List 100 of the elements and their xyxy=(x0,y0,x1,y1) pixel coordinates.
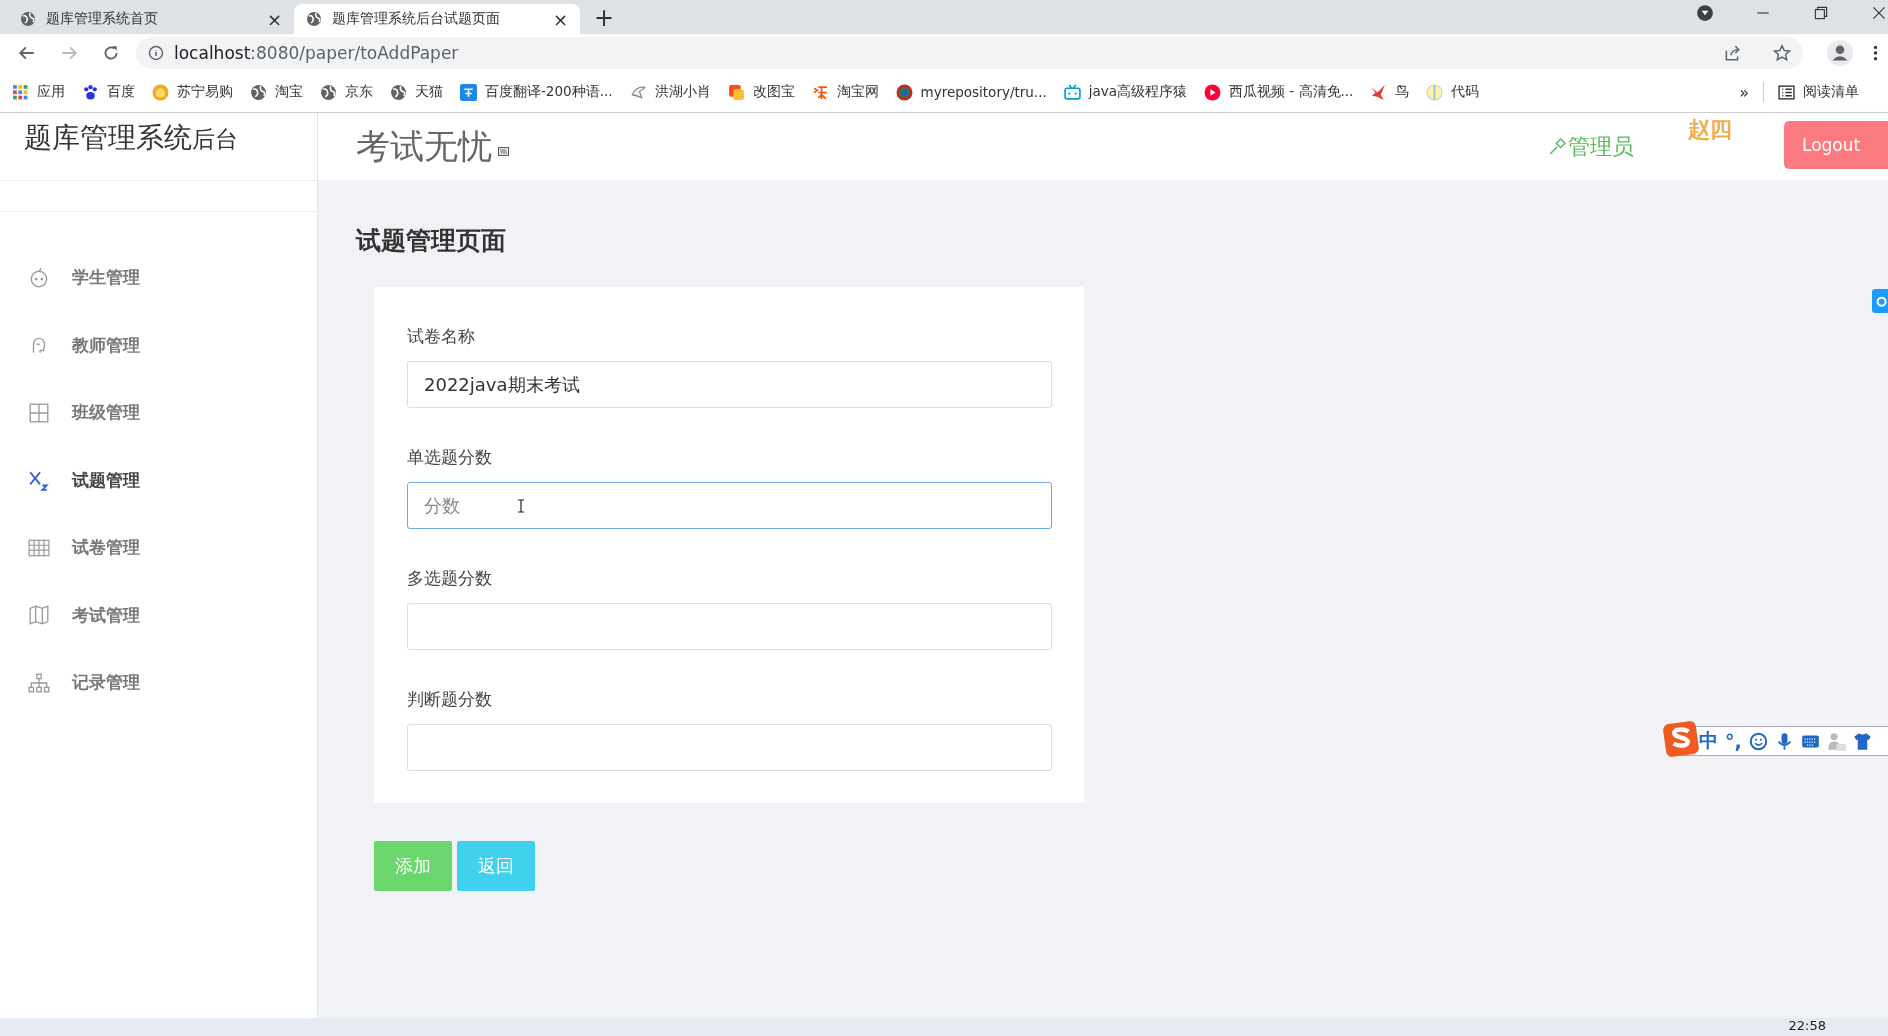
bookmark-label: 百度翻译-200种语... xyxy=(485,83,613,101)
address-bar[interactable]: localhost:8080/paper/toAddPaper xyxy=(136,37,1803,69)
bookmark-item[interactable]: myrepository/tru... xyxy=(895,83,1047,101)
share-icon[interactable] xyxy=(1723,44,1741,62)
brand-suffix: 后台 xyxy=(192,126,238,154)
back-icon[interactable] xyxy=(18,44,36,62)
user-name: 赵四 xyxy=(1688,116,1732,144)
ime-mode[interactable]: 中 xyxy=(1699,728,1718,754)
bird-icon xyxy=(1370,83,1388,101)
apps-grid-icon xyxy=(12,83,29,101)
bookmark-item[interactable]: 改图宝 xyxy=(727,83,795,101)
map-icon xyxy=(28,604,50,627)
bookmark-item[interactable]: 天猫 xyxy=(390,83,443,101)
restore-icon[interactable] xyxy=(1812,4,1830,22)
ball-icon xyxy=(1426,83,1444,101)
globe-icon xyxy=(390,83,407,101)
bookmark-label: 改图宝 xyxy=(752,83,795,101)
face-icon xyxy=(28,266,50,289)
punctuation-mode[interactable]: °, xyxy=(1725,730,1742,752)
list-icon xyxy=(1778,83,1795,101)
sidebar-item[interactable]: 教师管理 xyxy=(0,311,317,379)
bookmark-item[interactable]: 淘宝网 xyxy=(811,83,879,101)
input-field[interactable]: 2022java期末考试 xyxy=(407,361,1052,408)
profile-dropdown-icon[interactable] xyxy=(1696,4,1714,22)
bookmark-label: 百度 xyxy=(107,83,135,101)
bookmark-item[interactable]: java高级程序猿 xyxy=(1063,83,1188,101)
sidebar-item[interactable]: 学生管理 xyxy=(0,244,317,312)
input-field[interactable]: 分数 xyxy=(407,482,1052,529)
grid-icon xyxy=(28,401,50,424)
bookmark-label: 京东 xyxy=(345,83,373,101)
bookmark-item[interactable]: 鸟 xyxy=(1370,83,1410,101)
logo-text: 考试无忧 xyxy=(356,124,492,168)
bookmark-item[interactable]: 淘宝 xyxy=(250,83,303,101)
sidebar-item[interactable]: 记录管理 xyxy=(0,649,317,717)
bookmark-item[interactable]: 百度翻译-200种语... xyxy=(460,83,613,101)
reload-icon[interactable] xyxy=(102,44,120,62)
bookmark-label: 应用 xyxy=(37,83,65,101)
bookmark-item[interactable]: 洪湖小肖 xyxy=(629,83,711,101)
bookmark-item[interactable]: 应用 xyxy=(12,83,65,101)
field-label: 单选题分数 xyxy=(407,446,493,469)
ime-logo-icon[interactable] xyxy=(1663,721,1699,757)
lion-icon xyxy=(152,83,169,101)
subscript-icon xyxy=(28,469,50,492)
bookmark-label: 鸟 xyxy=(1395,83,1410,101)
globe-icon xyxy=(250,83,267,101)
sitemap-icon xyxy=(28,671,50,694)
bookmark-label: 天猫 xyxy=(415,83,443,101)
smiley-icon[interactable] xyxy=(1748,731,1768,751)
close-icon[interactable]: × xyxy=(266,8,282,30)
bookmark-label: 代码 xyxy=(1451,83,1480,101)
bookmark-label: 西瓜视频 - 高清免... xyxy=(1229,83,1354,101)
more-bookmarks-button[interactable]: » xyxy=(1739,82,1749,102)
brand-title: 题库管理系统 xyxy=(24,120,192,156)
globe-icon xyxy=(20,11,36,27)
bookmark-label: 苏宁易购 xyxy=(177,83,233,101)
tab-title: 题库管理系统首页 xyxy=(46,10,159,28)
translate-icon xyxy=(460,83,477,101)
close-icon[interactable] xyxy=(1870,4,1888,22)
tab-title: 题库管理系统后台试题页面 xyxy=(332,10,501,28)
bookmark-item[interactable]: 京东 xyxy=(320,83,373,101)
bookmark-item[interactable]: 苏宁易购 xyxy=(152,83,233,101)
sidebar-item[interactable]: 考试管理 xyxy=(0,581,317,649)
browser-tab[interactable]: 题库管理系统后台试题页面 × xyxy=(294,4,580,34)
field-label: 判断题分数 xyxy=(407,688,493,711)
new-tab-button[interactable]: + xyxy=(594,4,615,32)
bookmark-label: 洪湖小肖 xyxy=(654,83,711,101)
role-label: 管理员 xyxy=(1568,132,1634,161)
globe-icon xyxy=(320,83,337,101)
url-text: localhost:8080/paper/toAddPaper xyxy=(174,43,459,63)
globe-icon xyxy=(306,11,322,27)
sidebar-item[interactable]: 班级管理 xyxy=(0,379,317,447)
page-title: 试题管理页面 xyxy=(356,225,507,257)
menu-icon[interactable] xyxy=(1873,44,1878,62)
shirt-icon[interactable] xyxy=(1852,731,1872,751)
bookmark-label: 淘宝网 xyxy=(836,83,879,101)
squares-icon xyxy=(727,83,745,101)
sidebar-item[interactable]: 试题管理 xyxy=(0,446,317,514)
tao-icon xyxy=(811,83,829,101)
bookmark-label: java高级程序猿 xyxy=(1088,83,1188,101)
bookmark-item[interactable]: 百度 xyxy=(82,83,135,101)
paw-icon xyxy=(82,83,99,101)
profile-avatar-icon[interactable] xyxy=(1827,40,1853,66)
ring-icon xyxy=(895,83,913,101)
clock-text: 22:58 xyxy=(1788,1019,1826,1033)
sidebar-item[interactable]: 试卷管理 xyxy=(0,514,317,582)
star-icon[interactable] xyxy=(1773,44,1791,62)
text-cursor-icon xyxy=(517,499,525,513)
reading-list-button[interactable]: 阅读清单 xyxy=(1778,83,1859,101)
bookmark-item[interactable]: 代码 xyxy=(1426,83,1480,101)
bird-icon xyxy=(629,83,647,101)
info-icon xyxy=(148,45,164,61)
bookmark-label: 淘宝 xyxy=(275,83,303,101)
browser-tab[interactable]: 题库管理系统首页 × xyxy=(8,4,294,34)
close-icon[interactable]: × xyxy=(552,8,568,30)
flag-icon xyxy=(498,147,509,156)
bookmark-item[interactable]: 西瓜视频 - 高清免... xyxy=(1204,83,1354,101)
field-label: 试卷名称 xyxy=(407,325,476,348)
play-icon xyxy=(1204,83,1222,101)
field-label: 多选题分数 xyxy=(407,567,493,590)
tv-icon xyxy=(1063,83,1081,101)
